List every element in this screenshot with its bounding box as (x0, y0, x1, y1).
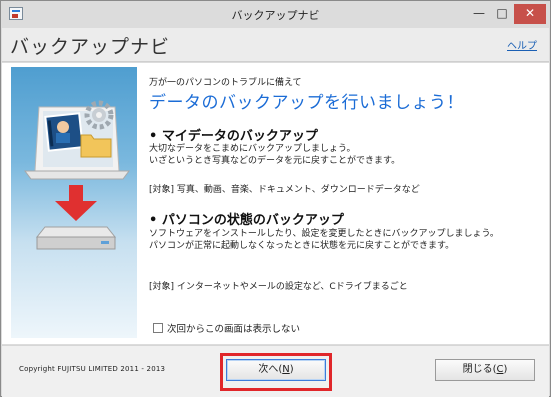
section-body-mydata: 大切なデータをこまめにバックアップしましょう。 いざというとき写真などのデータを… (149, 143, 544, 167)
intro-text: 万が一のパソコンのトラブルに備えて (149, 78, 302, 88)
section-target-system: [対象] インターネットやメールの設定など、Cドライブまるごと (149, 282, 408, 292)
dont-show-again-checkbox[interactable] (153, 323, 163, 333)
minimize-button[interactable]: — (468, 4, 490, 24)
backup-illustration (24, 100, 130, 250)
next-button-paren: ) (289, 364, 294, 375)
copyright-text: Copyright FUJITSU LIMITED 2011 - 2013 (19, 365, 166, 373)
help-link[interactable]: ヘルプ (507, 37, 537, 52)
section-line: 大切なデータをこまめにバックアップしましょう。 (149, 144, 356, 154)
close-button-paren: ) (503, 364, 508, 375)
section-body-system: ソフトウェアをインストールしたり、設定を変更したときにバックアップしましょう。 … (149, 228, 544, 252)
section-line: パソコンが正常に起動しなくなったときに状態を元に戻すことができます。 (149, 241, 455, 251)
section-line: ソフトウェアをインストールしたり、設定を変更したときにバックアップしましょう。 (149, 229, 499, 239)
next-button[interactable]: 次へ(N) (226, 359, 326, 381)
header-bar: バックアップナビ ヘルプ (2, 28, 549, 62)
close-button[interactable]: 閉じる(C) (435, 359, 535, 381)
section-title-mydata: • マイデータのバックアップ (149, 129, 318, 144)
section-title-system: • パソコンの状態のバックアップ (149, 213, 344, 228)
section-target-mydata: [対象] 写真、動画、音楽、ドキュメント、ダウンロードデータなど (149, 185, 420, 195)
maximize-button[interactable]: □ (493, 4, 511, 24)
backup-navi-window: バックアップナビ — □ ✕ バックアップナビ ヘルプ 万が一のパソコンのトラブ… (0, 0, 551, 397)
footer-bar: Copyright FUJITSU LIMITED 2011 - 2013 次へ… (2, 345, 549, 397)
next-button-label: 次へ( (258, 364, 283, 375)
main-text: 万が一のパソコンのトラブルに備えて データのバックアップを行いましょう！ • マ… (147, 63, 547, 344)
photo-icon (44, 112, 84, 152)
title-bar[interactable]: バックアップナビ — □ ✕ (1, 1, 550, 27)
dont-show-again-label[interactable]: 次回からこの画面は表示しない (167, 321, 300, 335)
close-button-label: 閉じる( (462, 364, 497, 375)
dont-show-again-row[interactable]: 次回からこの画面は表示しない (153, 321, 300, 335)
page-title: バックアップナビ (10, 36, 171, 58)
content-area: 万が一のパソコンのトラブルに備えて データのバックアップを行いましょう！ • マ… (2, 63, 549, 344)
next-button-accesskey: N (282, 364, 290, 375)
close-window-button[interactable]: ✕ (514, 4, 546, 24)
drive-icon (35, 226, 117, 250)
headline: データのバックアップを行いましょう！ (149, 93, 464, 113)
down-arrow-icon (55, 185, 97, 221)
illustration-panel (11, 67, 137, 338)
section-line: いざというとき写真などのデータを元に戻すことができます。 (149, 156, 401, 166)
